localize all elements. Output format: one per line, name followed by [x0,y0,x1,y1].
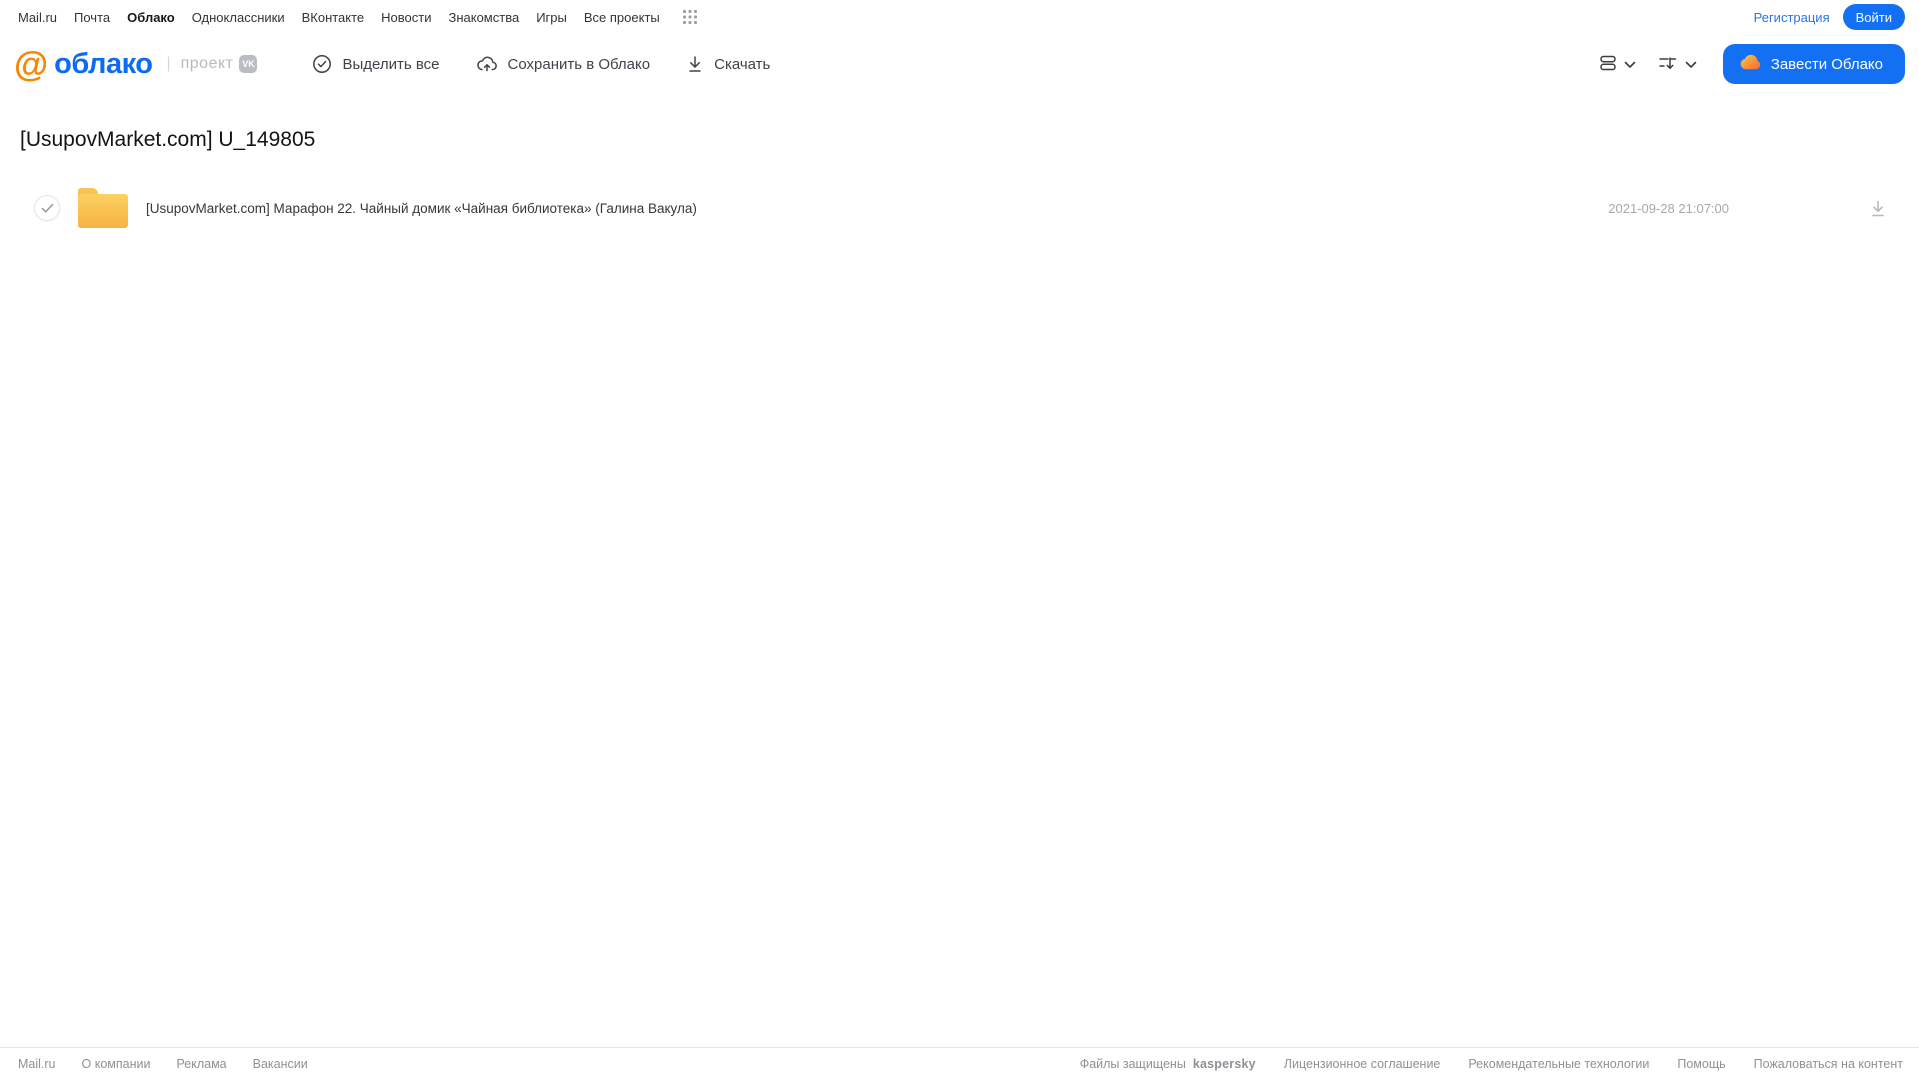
nav-link-vkontakte[interactable]: ВКонтакте [302,10,365,25]
view-mode-dropdown[interactable] [1599,54,1636,75]
cloud-header: @ облако | проект VK Выделить все Сохран… [0,34,1919,94]
file-date: 2021-09-28 21:07:00 [1608,200,1729,216]
footer-right-links: Файлы защищены kaspersky Лицензионное со… [1080,1057,1903,1071]
footer-link-ads[interactable]: Реклама [176,1057,226,1071]
chevron-down-icon [1624,57,1636,72]
view-mode-icon [1599,54,1617,75]
portal-nav: Mail.ru Почта Облако Одноклассники ВКонт… [18,10,697,25]
nav-link-odnoklassniki[interactable]: Одноклассники [192,10,285,25]
cloud-logo-text: облако [54,47,153,80]
nav-link-vse-proekty[interactable]: Все проекты [584,10,660,25]
nav-link-pochta[interactable]: Почта [74,10,110,25]
cloud-upload-icon [476,54,498,74]
login-button[interactable]: Войти [1842,4,1905,30]
select-all-button[interactable]: Выделить все [312,54,440,74]
topbar-right: Регистрация Войти [1754,4,1905,30]
save-to-cloud-button[interactable]: Сохранить в Облако [476,54,651,74]
circle-check-icon [312,54,332,74]
check-icon [41,203,53,213]
apps-grid-icon[interactable] [682,10,697,24]
select-all-label: Выделить все [342,55,440,73]
page-title: [UsupovMarket.com] U_149805 [20,128,316,151]
file-name[interactable]: [UsupovMarket.com] Марафон 22. Чайный до… [146,201,1608,216]
file-toolbar: Выделить все Сохранить в Облако Скачать [312,54,770,74]
file-row[interactable]: [UsupovMarket.com] Марафон 22. Чайный до… [0,180,1919,236]
kaspersky-protection: Файлы защищены kaspersky [1080,1057,1256,1071]
get-cloud-label: Завести Облако [1770,55,1883,73]
sort-dropdown[interactable] [1658,54,1697,75]
mailru-at-icon: @ [14,44,49,84]
download-icon [1872,200,1884,216]
footer-link-about[interactable]: О компании [82,1057,151,1071]
footer-link-jobs[interactable]: Вакансии [253,1057,308,1071]
main-content: [UsupovMarket.com] U_149805 [0,94,1919,152]
header-right-controls: Завести Облако [1599,44,1905,84]
folder-icon [78,188,128,228]
get-cloud-button[interactable]: Завести Облако [1722,44,1905,84]
footer-link-license[interactable]: Лицензионное соглашение [1284,1057,1441,1071]
download-icon [686,54,704,74]
logo-separator: | [166,55,171,72]
kaspersky-logo[interactable]: kaspersky [1193,1057,1256,1071]
protected-by-label: Файлы защищены [1079,1056,1186,1071]
project-label: проект [180,55,234,72]
chevron-down-icon [1685,57,1697,72]
footer-left-links: Mail.ru О компании Реклама Вакансии [18,1057,308,1071]
footer-link-help[interactable]: Помощь [1677,1057,1725,1071]
vk-logo-icon: VK [239,55,258,73]
save-to-cloud-label: Сохранить в Облако [507,55,651,73]
row-checkbox[interactable] [34,195,60,221]
footer-link-report-content[interactable]: Пожаловаться на контент [1754,1057,1903,1071]
registration-link[interactable]: Регистрация [1754,10,1830,25]
nav-link-znakomstva[interactable]: Знакомства [448,10,519,25]
footer-link-mailru[interactable]: Mail.ru [18,1057,56,1071]
footer-link-recommendation-tech[interactable]: Рекомендательные технологии [1468,1057,1649,1071]
cloud-icon [1739,54,1761,74]
nav-link-oblako[interactable]: Облако [127,10,175,25]
page-footer: Mail.ru О компании Реклама Вакансии Файл… [0,1047,1919,1079]
nav-link-igry[interactable]: Игры [536,10,567,25]
nav-link-novosti[interactable]: Новости [381,10,431,25]
download-label: Скачать [714,55,771,73]
file-download-button[interactable] [1867,197,1889,220]
nav-link-mailru[interactable]: Mail.ru [18,10,57,25]
cloud-logo[interactable]: @ облако | проект VK [14,44,258,84]
download-button[interactable]: Скачать [686,54,770,74]
portal-topbar: Mail.ru Почта Облако Одноклассники ВКонт… [0,0,1919,34]
sort-icon [1658,54,1678,75]
